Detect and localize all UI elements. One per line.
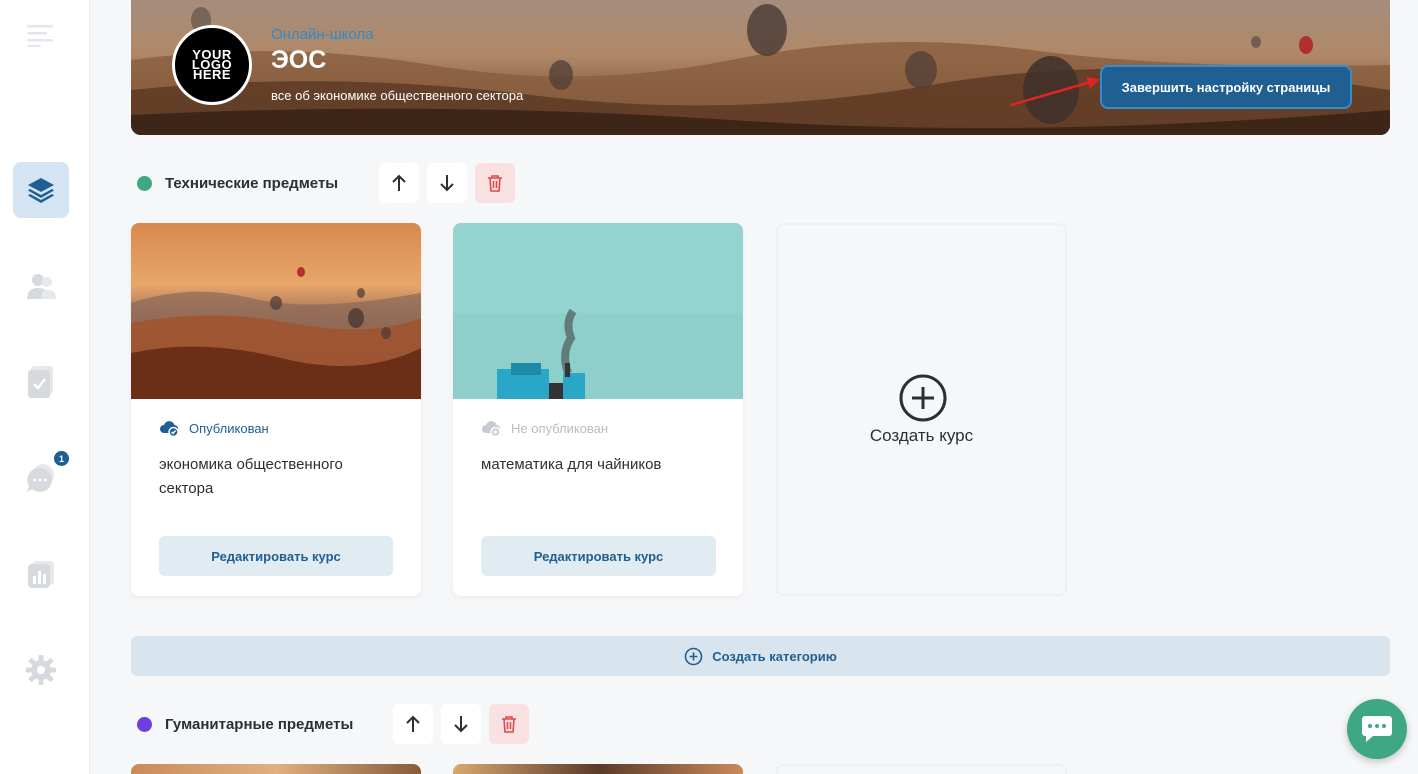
course-title: экономика общественного сектора [159, 456, 343, 497]
school-type-label: Онлайн-школа [271, 26, 374, 43]
delete-category-button[interactable] [475, 163, 515, 203]
category-color-dot [137, 175, 152, 191]
course-card[interactable]: Не опубликован математика для чайников Р… [453, 223, 743, 596]
menu-icon[interactable] [27, 22, 55, 48]
category-title: Гуманитарные предметы [165, 715, 354, 733]
school-logo: YOUR LOGO HERE [172, 25, 252, 105]
stats-icon[interactable] [23, 556, 59, 592]
create-course-label: Создать курс [869, 426, 974, 445]
cloud-plus-icon [481, 420, 502, 437]
move-down-button[interactable] [427, 163, 467, 203]
layers-icon[interactable] [13, 162, 69, 218]
edit-course-button[interactable]: Редактировать курс [481, 536, 716, 576]
course-cover-image [131, 223, 421, 399]
arrow-up-icon [392, 174, 406, 191]
arrow-up-icon [406, 715, 420, 732]
edit-course-button[interactable]: Редактировать курс [159, 536, 393, 576]
create-category-button[interactable]: Создать категорию [131, 636, 1390, 676]
tasks-icon[interactable] [23, 363, 59, 401]
course-card-partial[interactable] [453, 764, 743, 774]
create-course-card-partial[interactable] [776, 764, 1067, 774]
create-course-card[interactable]: Создать курс [776, 223, 1067, 596]
chat-icon[interactable] [23, 459, 59, 497]
school-name: ЭОС [271, 46, 327, 74]
school-description: все об экономике общественного сектора [271, 88, 524, 103]
support-chat-button[interactable] [1347, 699, 1407, 759]
chat-bubble-icon [1362, 716, 1392, 742]
course-status: Не опубликован [481, 420, 608, 437]
chat-badge: 1 [54, 451, 69, 466]
users-icon[interactable] [23, 268, 59, 304]
move-down-button[interactable] [441, 704, 481, 744]
move-up-button[interactable] [393, 704, 433, 744]
category-title: Технические предметы [165, 174, 339, 192]
course-status: Опубликован [159, 420, 269, 437]
category-color-dot [137, 716, 152, 732]
plus-circle-icon [898, 373, 948, 428]
trash-icon [502, 716, 516, 733]
course-title: математика для чайников [481, 456, 662, 473]
move-up-button[interactable] [379, 163, 419, 203]
plus-circle-icon [684, 647, 703, 666]
category-header: Технические предметы [137, 163, 523, 203]
red-arrow-annotation [1010, 77, 1100, 107]
category-header: Гуманитарные предметы [137, 704, 537, 744]
arrow-down-icon [454, 716, 468, 733]
settings-icon[interactable] [23, 652, 59, 688]
delete-category-button[interactable] [489, 704, 529, 744]
finish-setup-button[interactable]: Завершить настройку страницы [1102, 67, 1350, 107]
cloud-check-icon [159, 420, 180, 437]
school-banner: YOUR LOGO HERE Онлайн-школа ЭОС все об э… [131, 0, 1390, 135]
course-cover-image [453, 223, 743, 399]
course-card-partial[interactable] [131, 764, 421, 774]
trash-icon [488, 175, 502, 192]
course-card[interactable]: Опубликован экономика общественного сект… [131, 223, 421, 596]
arrow-down-icon [440, 175, 454, 192]
sidebar: 1 [0, 0, 90, 774]
